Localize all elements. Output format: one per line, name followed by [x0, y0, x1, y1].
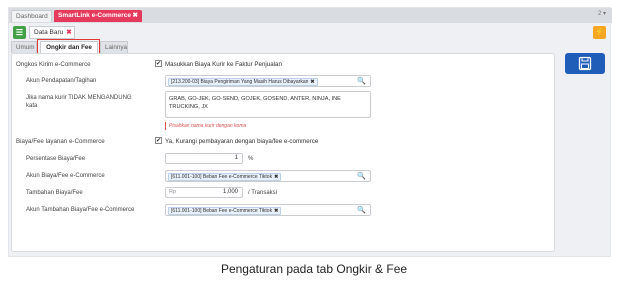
akun-tambahan-select[interactable]: [611.001-100] Beban Fee e-Commerce Tikto… — [165, 204, 371, 216]
hint-marker — [165, 122, 166, 130]
akun-biaya-select[interactable]: [611.001-100] Beban Fee e-Commerce Tikto… — [165, 170, 371, 182]
search-icon[interactable]: 🔍 — [357, 206, 366, 214]
fee-section-label: Biaya/Fee layanan e-Commerce — [16, 138, 105, 145]
currency-prefix: Rp — [169, 189, 177, 195]
kurir-label-line2: kata — [26, 103, 38, 109]
save-button[interactable] — [565, 53, 605, 74]
ongkos-kirim-label: Ongkos Kirim e-Commerce — [16, 61, 91, 68]
remove-chip-icon[interactable]: ✖ — [310, 79, 314, 85]
chip-label: [213.200-03] Biaya Pengiriman Yang Masih… — [171, 79, 309, 85]
kurir-text-line1: GRAB, GO-JEK, GO-SEND, GOJEK, GOSEND, AN… — [169, 96, 341, 102]
menu-button[interactable]: ☰ — [13, 26, 26, 39]
akun-pendapatan-label: Akun Pendapatan/Tagihan — [26, 78, 97, 84]
tab-lainnya[interactable]: Lainnya — [100, 41, 128, 53]
remove-chip-icon[interactable]: ✖ — [274, 208, 278, 214]
app-window: Dashboard SmartLink e-Commerce ✖ 2 ▾ ☰ D… — [8, 7, 612, 257]
ongkos-kirim-checkbox-label: Masukkan Biaya Kurir ke Faktur Penjualan — [165, 61, 282, 68]
tab-smartlink-label: SmartLink e-Commerce — [58, 12, 131, 19]
akun-tambahan-label: Akun Tambahan Biaya/Fee e-Commerce — [26, 207, 135, 213]
form-panel: Ongkos Kirim e-Commerce ✔ Masukkan Biaya… — [11, 53, 555, 252]
selected-account-chip: [213.200-03] Biaya Pengiriman Yang Masih… — [168, 78, 318, 86]
chip-label: [611.001-100] Beban Fee e-Commerce Tikto… — [171, 174, 273, 180]
persentase-input[interactable]: 1 — [165, 153, 243, 164]
tambahan-label: Tambahan Biaya/Fee — [26, 190, 83, 196]
persentase-label: Persentase Biaya/Fee — [26, 156, 86, 162]
doc-tab-data-baru[interactable]: Data Baru ✖ — [29, 26, 75, 39]
tab-smartlink-ecommerce[interactable]: SmartLink e-Commerce ✖ — [54, 10, 142, 22]
selected-account-chip: [611.001-100] Beban Fee e-Commerce Tikto… — [168, 173, 282, 181]
top-tab-bar: Dashboard SmartLink e-Commerce ✖ 2 ▾ — [9, 8, 612, 23]
remove-chip-icon[interactable]: ✖ — [274, 174, 278, 180]
doc-tab-label: Data Baru — [34, 29, 64, 36]
search-icon[interactable]: 🔍 — [357, 77, 366, 85]
tab-umum[interactable]: Umum — [11, 41, 37, 53]
lightning-icon[interactable]: ⚡ — [593, 26, 606, 39]
fee-checkbox[interactable]: ✔ — [155, 137, 162, 144]
floppy-disk-icon — [578, 56, 592, 71]
fee-checkbox-label: Ya, Kurangi pembayaran dengan biaya/fee … — [165, 138, 319, 145]
selected-account-chip: [611.001-100] Beban Fee e-Commerce Tikto… — [168, 207, 282, 215]
chip-label: [611.001-100] Beban Fee e-Commerce Tikto… — [171, 208, 273, 214]
tambahan-value: 1,000 — [222, 189, 238, 195]
akun-pendapatan-select[interactable]: [213.200-03] Biaya Pengiriman Yang Masih… — [165, 75, 371, 87]
tab-overflow-menu[interactable]: 2 ▾ — [598, 10, 606, 17]
ongkos-kirim-checkbox[interactable]: ✔ — [155, 60, 162, 67]
tab-dashboard[interactable]: Dashboard — [11, 10, 52, 22]
tambahan-unit: / Transaksi — [248, 190, 278, 196]
kurir-hint: Pisahkan nama kurir dengan koma — [169, 123, 247, 129]
close-icon[interactable]: ✖ — [66, 29, 71, 36]
kurir-text-line2: TRUCKING, JX — [169, 104, 208, 110]
search-icon[interactable]: 🔍 — [357, 172, 366, 180]
persentase-unit: % — [248, 156, 254, 162]
close-icon[interactable]: ✖ — [133, 10, 138, 22]
akun-biaya-label: Akun Biaya/Fee e-Commerce — [26, 173, 105, 179]
tambahan-input[interactable]: Rp 1,000 — [165, 187, 243, 198]
kurir-label: Jika nama kurir TIDAK MENGANDUNG — [26, 95, 132, 101]
kurir-textarea[interactable]: GRAB, GO-JEK, GO-SEND, GOJEK, GOSEND, AN… — [165, 91, 371, 118]
figure-caption: Pengaturan pada tab Ongkir & Fee — [220, 262, 408, 276]
